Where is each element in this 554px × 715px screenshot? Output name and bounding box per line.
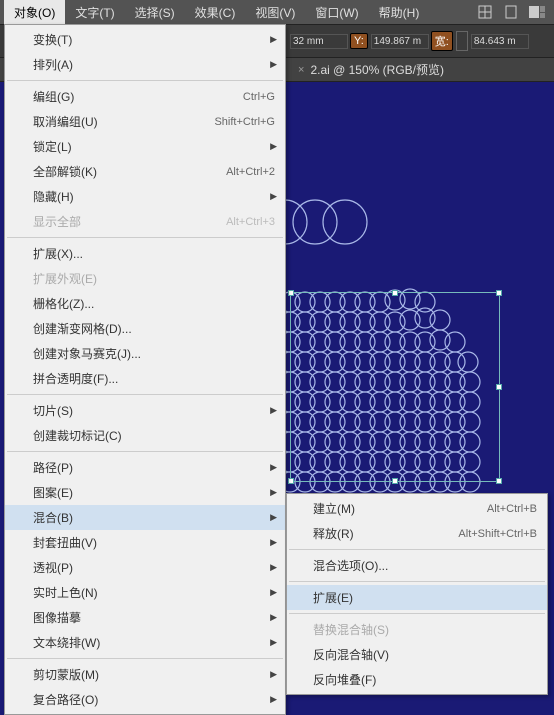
submenu-item[interactable]: 混合选项(O)...: [287, 553, 547, 578]
menu-item[interactable]: 取消编组(U)Shift+Ctrl+G: [5, 109, 285, 134]
w-value[interactable]: 84.643 m: [471, 34, 529, 49]
y-value[interactable]: 149.867 m: [371, 34, 429, 49]
menu-item[interactable]: 创建渐变网格(D)...: [5, 316, 285, 341]
menu-item[interactable]: 混合(B)▶: [5, 505, 285, 530]
menu-item[interactable]: 切片(S)▶: [5, 398, 285, 423]
menu-item: 显示全部Alt+Ctrl+3: [5, 209, 285, 234]
blend-submenu: 建立(M)Alt+Ctrl+B释放(R)Alt+Shift+Ctrl+B 混合选项…: [286, 493, 548, 695]
menu-item[interactable]: 实时上色(N)▶: [5, 580, 285, 605]
menu-help[interactable]: 帮助(H): [369, 0, 430, 25]
menu-type[interactable]: 文字(T): [65, 0, 124, 25]
menu-item[interactable]: 透视(P)▶: [5, 555, 285, 580]
tab-title: 2.ai @ 150% (RGB/预览): [310, 61, 444, 78]
document-tab[interactable]: × 2.ai @ 150% (RGB/预览): [290, 58, 452, 81]
menu-effect[interactable]: 效果(C): [185, 0, 246, 25]
menu-item[interactable]: 全部解锁(K)Alt+Ctrl+2: [5, 159, 285, 184]
menu-item[interactable]: 编组(G)Ctrl+G: [5, 84, 285, 109]
x-value[interactable]: 32 mm: [290, 34, 348, 49]
toolbar-grid-icon[interactable]: [474, 3, 496, 21]
link-icon[interactable]: [456, 31, 468, 51]
menu-item[interactable]: 锁定(L)▶: [5, 134, 285, 159]
submenu-item[interactable]: 反向混合轴(V): [287, 642, 547, 667]
menu-object[interactable]: 对象(O): [4, 0, 65, 25]
menu-window[interactable]: 窗口(W): [305, 0, 368, 25]
menu-item[interactable]: 封套扭曲(V)▶: [5, 530, 285, 555]
w-label: 宽:: [431, 31, 453, 51]
menu-item[interactable]: 图案(E)▶: [5, 480, 285, 505]
menu-item[interactable]: 路径(P)▶: [5, 455, 285, 480]
menu-select[interactable]: 选择(S): [125, 0, 185, 25]
menu-item[interactable]: 隐藏(H)▶: [5, 184, 285, 209]
menubar: 对象(O) 文字(T) 选择(S) 效果(C) 视图(V) 窗口(W) 帮助(H…: [0, 0, 554, 24]
toolbar-arrange-icon[interactable]: [526, 3, 548, 21]
menu-item[interactable]: 排列(A)▶: [5, 52, 285, 77]
menu-item[interactable]: 扩展(X)...: [5, 241, 285, 266]
menu-item[interactable]: 复合路径(O)▶: [5, 687, 285, 712]
menu-item: 扩展外观(E): [5, 266, 285, 291]
submenu-item[interactable]: 扩展(E): [287, 585, 547, 610]
menu-item[interactable]: 创建对象马赛克(J)...: [5, 341, 285, 366]
toolbar-doc-icon[interactable]: [500, 3, 522, 21]
menu-item[interactable]: 拼合透明度(F)...: [5, 366, 285, 391]
menu-item[interactable]: 变换(T)▶: [5, 27, 285, 52]
submenu-item[interactable]: 建立(M)Alt+Ctrl+B: [287, 496, 547, 521]
menu-item[interactable]: 文本绕排(W)▶: [5, 630, 285, 655]
object-menu-dropdown: 变换(T)▶排列(A)▶ 编组(G)Ctrl+G取消编组(U)Shift+Ctrl…: [4, 24, 286, 715]
menu-item[interactable]: 栅格化(Z)...: [5, 291, 285, 316]
menu-item[interactable]: 图像描摹▶: [5, 605, 285, 630]
close-icon[interactable]: ×: [298, 64, 304, 76]
menu-view[interactable]: 视图(V): [245, 0, 305, 25]
menu-item[interactable]: 剪切蒙版(M)▶: [5, 662, 285, 687]
y-label: Y:: [350, 33, 368, 49]
menu-item[interactable]: 创建裁切标记(C): [5, 423, 285, 448]
submenu-item[interactable]: 释放(R)Alt+Shift+Ctrl+B: [287, 521, 547, 546]
submenu-item: 替换混合轴(S): [287, 617, 547, 642]
selection-bounds[interactable]: [290, 292, 500, 482]
